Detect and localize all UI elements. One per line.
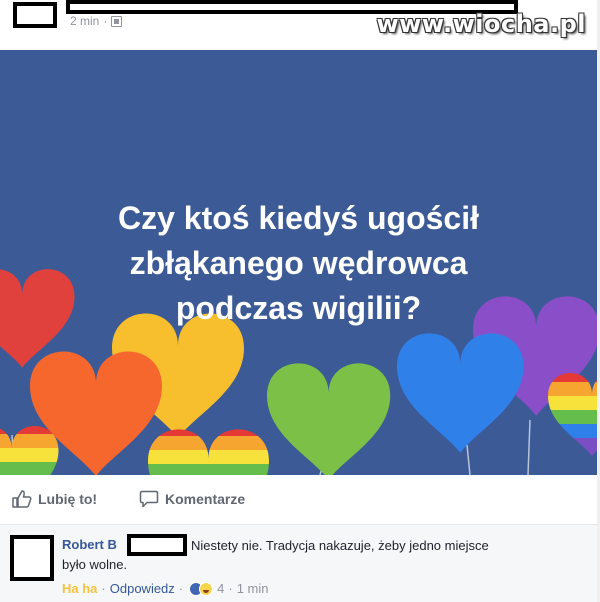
comment-meta: Ha ha · Odpowiedz · 4 · 1 min [62,581,269,596]
post-time[interactable]: 2 min [70,14,99,28]
watermark: www.wiocha.pl [376,10,586,38]
comment-button[interactable]: Komentarze [139,490,245,508]
audience-icon[interactable] [111,15,123,27]
like-button[interactable]: Lubię to! [12,490,97,508]
post-meta: 2 min · [70,14,123,28]
card-question: Czy ktoś kiedyś ugościł zbłąkanego wędro… [117,200,479,326]
comment-label: Komentarze [165,491,246,507]
post-header: 2 min · www.wiocha.pl [0,0,600,50]
reactions-summary[interactable] [189,581,214,596]
redacted-avatar [13,2,57,28]
haha-reaction-icon [199,581,214,596]
post-actions-bar: Lubię to! Komentarze [0,476,600,525]
reaction-count[interactable]: 4 [217,581,224,596]
redacted-commenter-avatar[interactable] [10,535,54,581]
haha-reaction-link[interactable]: Ha ha [62,581,97,596]
like-label: Lubię to! [38,491,98,507]
post-image-card[interactable]: Czy ktoś kiedyś ugościł zbłąkanego wędro… [0,50,597,475]
comment-bubble-icon [139,490,159,508]
comment-text-line2: było wolne. [62,557,128,572]
redacted-commenter-surname [127,534,187,556]
comment-item: Robert B Niestety nie. Tradycja nakazuje… [0,525,600,602]
commenter-name[interactable]: Robert B [62,537,117,552]
thumbs-up-icon [12,490,32,508]
comment-time[interactable]: 1 min [237,581,269,596]
reply-link[interactable]: Odpowiedz [110,581,175,596]
comment-text-line1: Niestety nie. Tradycja nakazuje, żeby je… [191,538,489,553]
